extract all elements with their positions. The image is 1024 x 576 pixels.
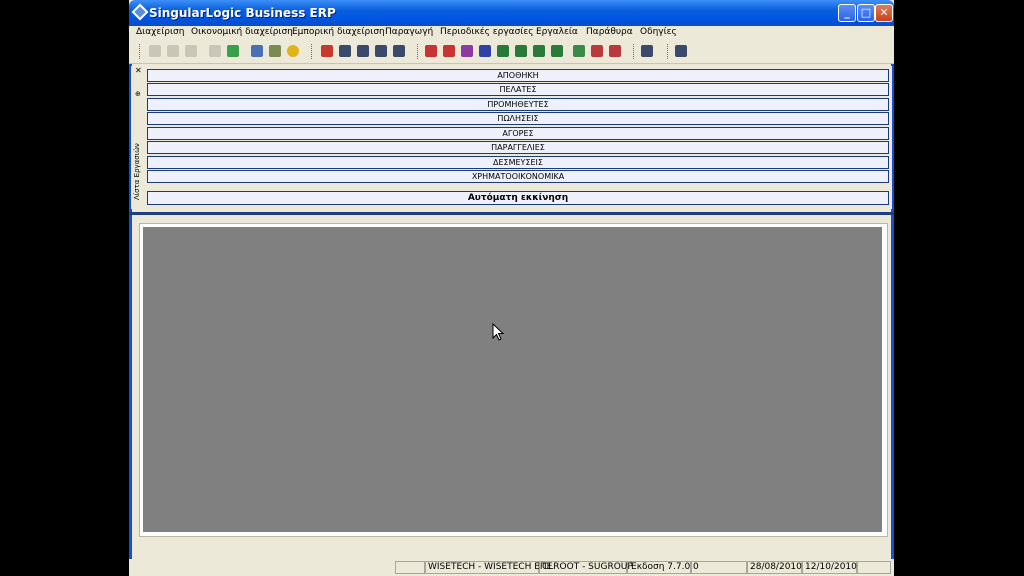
cut-icon[interactable] — [149, 45, 161, 57]
status-company: WISETECH - WISETECH ΕΠΕ — [425, 561, 552, 574]
menu-item-help[interactable]: Οδηγίες — [640, 27, 677, 37]
mouse-cursor-icon — [492, 323, 504, 341]
close-button[interactable]: ✕ — [875, 4, 893, 22]
task-group-warehouse[interactable]: ΑΠΟΘΗΚΗ — [147, 69, 889, 82]
task-group-finance[interactable]: ΧΡΗΜΑΤΟΟΙΚΟΝΟΜΙΚΑ — [147, 170, 889, 183]
task-pane-title: Λίστα Εργασιών — [133, 143, 141, 200]
status-cell-blank — [691, 561, 747, 574]
task-group-customers[interactable]: ΠΕΛΑΤΕΣ — [147, 83, 889, 96]
task-group-suppliers[interactable]: ΠΡΟΜΗΘΕΥΤΕΣ — [147, 98, 889, 111]
task-group-sales[interactable]: ΠΩΛΗΣΕΙΣ — [147, 112, 889, 125]
pin-icon[interactable]: ⊕ — [135, 90, 141, 98]
coin-icon[interactable] — [287, 45, 299, 57]
reservations-icon[interactable] — [533, 45, 545, 57]
navigate-icon[interactable] — [251, 45, 263, 57]
menu-item-management[interactable]: Διαχείριση — [136, 27, 184, 37]
task-pane-handle: ✕ ⊕ Λίστα Εργασιών — [131, 66, 145, 209]
toolbar-grip[interactable] — [417, 44, 420, 59]
print-icon[interactable] — [227, 45, 239, 57]
splitter[interactable] — [129, 212, 894, 215]
task-list-pane: ✕ ⊕ Λίστα Εργασιών ΑΠΟΘΗΚΗ ΠΕΛΑΤΕΣ ΠΡΟΜΗ… — [131, 66, 892, 209]
chart-bar-icon[interactable] — [591, 45, 603, 57]
menu-item-financial[interactable]: Οικονομική διαχείριση — [191, 27, 293, 37]
menu-item-tools[interactable]: Εργαλεία — [536, 27, 578, 37]
status-date-2: 12/10/2010 — [802, 561, 857, 574]
window-title: SingularLogic Business ERP — [149, 6, 336, 20]
status-date-1: 28/08/2010 — [747, 561, 802, 574]
paste-icon[interactable] — [185, 45, 197, 57]
sales-icon[interactable] — [479, 45, 491, 57]
help-query-icon[interactable] — [269, 45, 281, 57]
toolbar — [129, 41, 894, 64]
report-icon[interactable] — [609, 45, 621, 57]
title-bar[interactable]: SingularLogic Business ERP _ □ ✕ — [129, 0, 894, 26]
task-group-orders[interactable]: ΠΑΡΑΓΓΕΛΙΕΣ — [147, 141, 889, 154]
menu-item-production[interactable]: Παραγωγή — [385, 27, 433, 37]
status-user: CLROOT - SUGROUP — [539, 561, 633, 574]
window-icon[interactable] — [339, 45, 351, 57]
close-icon[interactable]: ✕ — [135, 66, 142, 75]
mdi-work-area — [139, 223, 888, 537]
schedule-icon[interactable] — [675, 45, 687, 57]
status-bar: WISETECH - WISETECH ΕΠΕ CLROOT - SUGROUP… — [129, 559, 894, 576]
menu-item-windows[interactable]: Παράθυρα — [586, 27, 633, 37]
mdi-client-area[interactable] — [143, 227, 882, 532]
auto-start-bar[interactable]: Αυτόματη εκκίνηση — [147, 191, 889, 205]
menu-item-commercial[interactable]: Εμπορική διαχείριση — [292, 27, 385, 37]
maximize-button[interactable]: □ — [857, 4, 875, 22]
toolbar-grip[interactable] — [139, 44, 142, 59]
form-icon[interactable] — [393, 45, 405, 57]
toolbar-grip[interactable] — [311, 44, 314, 59]
menu-bar: Διαχείριση Οικονομική διαχείριση Εμπορικ… — [129, 26, 894, 41]
status-cell-empty — [395, 561, 425, 574]
warehouse-icon[interactable] — [425, 45, 437, 57]
toolbar-grip[interactable] — [667, 44, 670, 59]
customers-icon[interactable] — [443, 45, 455, 57]
calendar-icon[interactable] — [641, 45, 653, 57]
status-cell-end — [857, 561, 891, 574]
suppliers-icon[interactable] — [461, 45, 473, 57]
menu-item-periodic[interactable]: Περιοδικές εργασίες — [440, 27, 534, 37]
finance-icon[interactable] — [551, 45, 563, 57]
refresh-icon[interactable] — [209, 45, 221, 57]
task-group-purchases[interactable]: ΑΓΟΡΕΣ — [147, 127, 889, 140]
documents-icon[interactable] — [375, 45, 387, 57]
copy-icon[interactable] — [167, 45, 179, 57]
app-window: SingularLogic Business ERP _ □ ✕ Διαχείρ… — [129, 0, 894, 576]
chart-icon[interactable] — [573, 45, 585, 57]
minimize-button[interactable]: _ — [838, 4, 856, 22]
orders-icon[interactable] — [515, 45, 527, 57]
task-group-reservations[interactable]: ΔΕΣΜΕΥΣΕΙΣ — [147, 156, 889, 169]
status-version: Έκδοση 7.7.0.0 — [627, 561, 699, 574]
toolbar-grip[interactable] — [633, 44, 636, 59]
purchases-icon[interactable] — [497, 45, 509, 57]
app-icon — [131, 3, 149, 21]
windows-icon[interactable] — [357, 45, 369, 57]
tools-icon[interactable] — [321, 45, 333, 57]
